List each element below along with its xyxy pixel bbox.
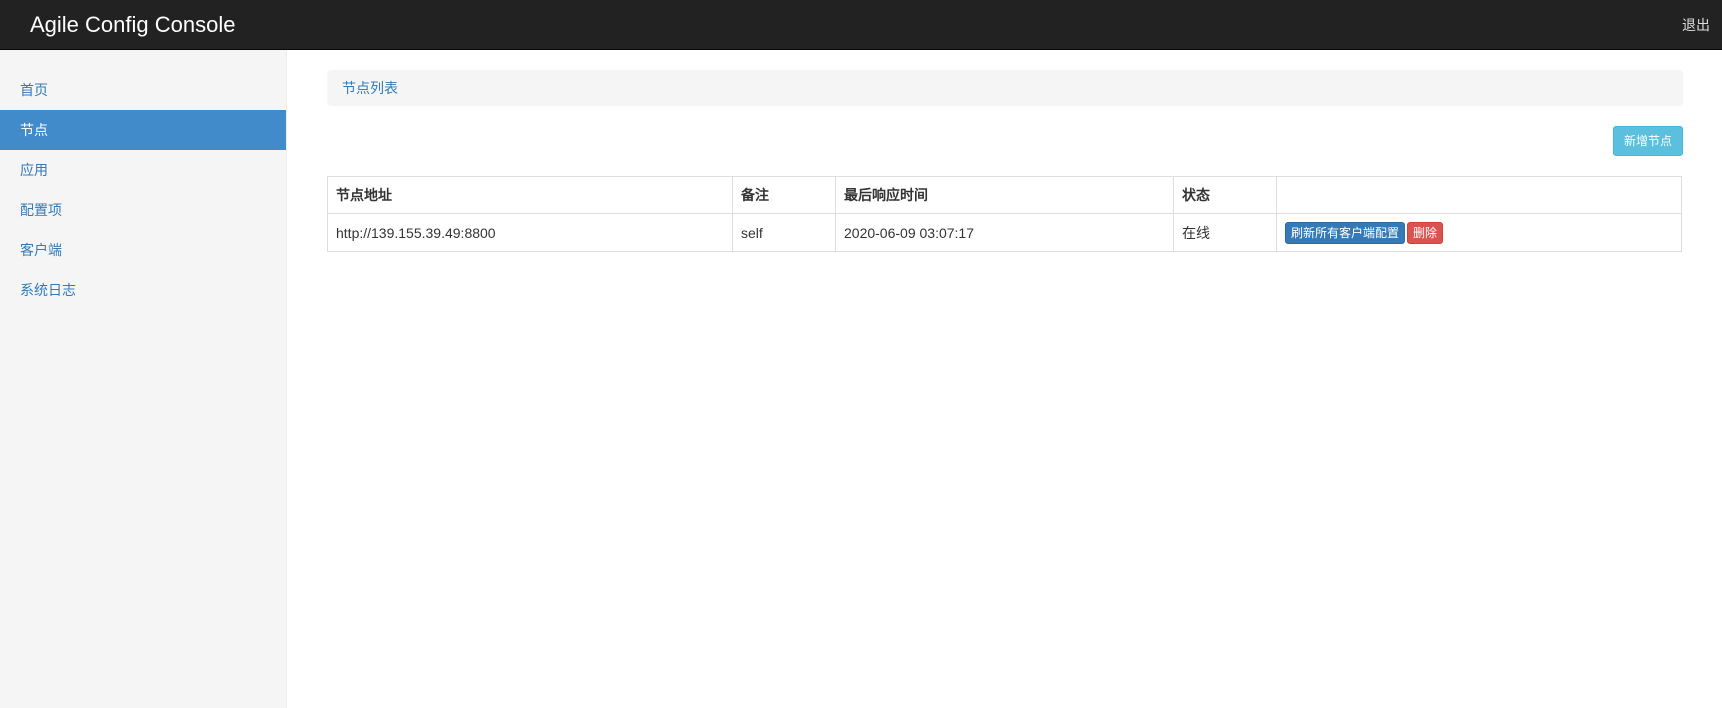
cell-note: self xyxy=(732,213,836,252)
delete-node-button[interactable]: 删除 xyxy=(1407,221,1444,244)
app-brand[interactable]: Agile Config Console xyxy=(30,12,235,38)
breadcrumb: 节点列表 xyxy=(327,70,1683,106)
logout-link[interactable]: 退出 xyxy=(1682,16,1710,34)
table-row: http://139.155.39.49:8800 self 2020-06-0… xyxy=(327,213,1682,252)
table-header-row: 节点地址 备注 最后响应时间 状态 xyxy=(327,176,1682,214)
cell-status: 在线 xyxy=(1173,213,1277,252)
column-header-status: 状态 xyxy=(1173,176,1277,214)
sidebar-item-home[interactable]: 首页 xyxy=(0,70,286,110)
sidebar: 首页 节点 应用 配置项 客户端 系统日志 xyxy=(0,50,287,708)
sidebar-item-apps[interactable]: 应用 xyxy=(0,150,286,190)
column-header-address: 节点地址 xyxy=(327,176,733,214)
cell-address: http://139.155.39.49:8800 xyxy=(327,213,733,252)
breadcrumb-node-list[interactable]: 节点列表 xyxy=(342,80,398,96)
top-navbar: Agile Config Console 退出 xyxy=(0,0,1722,50)
sidebar-item-nodes[interactable]: 节点 xyxy=(0,110,286,150)
add-node-button[interactable]: 新增节点 xyxy=(1612,126,1683,156)
refresh-all-client-config-button[interactable]: 刷新所有客户端配置 xyxy=(1285,221,1406,244)
cell-actions: 刷新所有客户端配置 删除 xyxy=(1276,213,1682,252)
node-table: 节点地址 备注 最后响应时间 状态 http://139.155.39.49:8… xyxy=(327,176,1682,252)
column-header-last-response: 最后响应时间 xyxy=(835,176,1174,214)
sidebar-item-configs[interactable]: 配置项 xyxy=(0,190,286,230)
column-header-actions xyxy=(1276,176,1682,214)
column-header-note: 备注 xyxy=(732,176,836,214)
sidebar-item-system-logs[interactable]: 系统日志 xyxy=(0,270,286,310)
cell-last-response: 2020-06-09 03:07:17 xyxy=(835,213,1174,252)
sidebar-item-clients[interactable]: 客户端 xyxy=(0,230,286,270)
